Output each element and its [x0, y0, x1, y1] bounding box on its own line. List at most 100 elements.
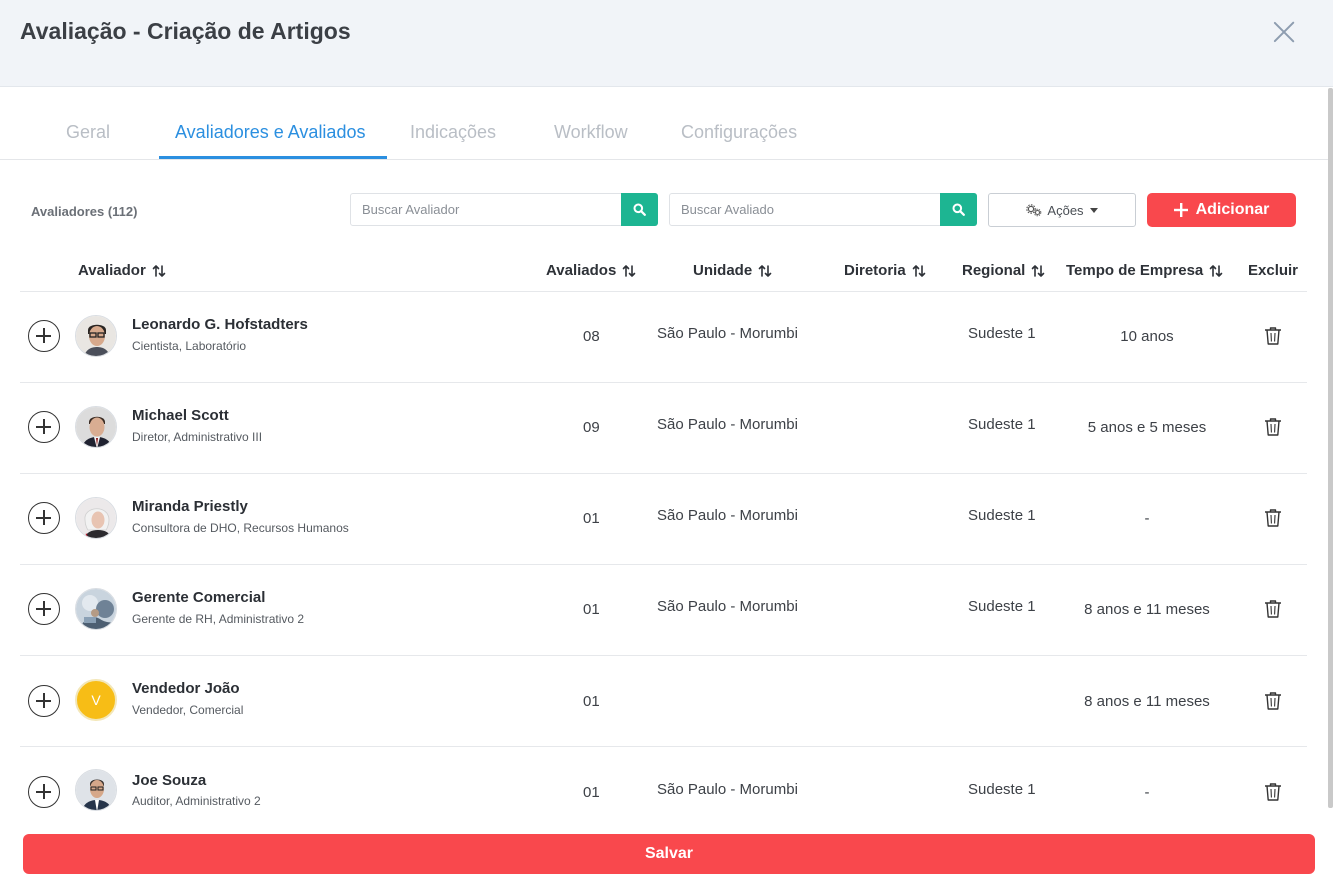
- plus-icon: [1174, 203, 1188, 217]
- avaliadores-count: Avaliadores (112): [31, 204, 137, 219]
- regional-value: Sudeste 1: [968, 416, 1036, 433]
- add-button-label: Adicionar: [1196, 201, 1270, 219]
- tab-bar: Geral Avaliadores e Avaliados Indicações…: [0, 88, 1328, 160]
- modal-title: Avaliação - Criação de Artigos: [20, 18, 351, 45]
- trash-icon[interactable]: [1264, 599, 1282, 619]
- column-header-label: Avaliador: [78, 262, 146, 279]
- tempo-value: -: [1066, 784, 1228, 801]
- avaliador-name: Michael Scott: [132, 407, 229, 424]
- column-header-unidade[interactable]: Unidade: [693, 262, 772, 279]
- search-avaliado-button[interactable]: [940, 193, 977, 226]
- regional-value: Sudeste 1: [968, 325, 1036, 342]
- sort-icon: [912, 264, 926, 278]
- expand-row-icon[interactable]: [28, 593, 60, 625]
- tab-configuracoes[interactable]: Configurações: [681, 122, 797, 143]
- search-icon: [952, 203, 965, 216]
- avaliados-count: 01: [583, 601, 600, 618]
- search-avaliador: [350, 193, 658, 226]
- avaliador-role: Cientista, Laboratório: [132, 339, 246, 353]
- avatar: [75, 497, 117, 539]
- tab-geral[interactable]: Geral: [66, 122, 110, 143]
- sort-icon: [152, 264, 166, 278]
- expand-row-icon[interactable]: [28, 776, 60, 808]
- avaliador-role: Consultora de DHO, Recursos Humanos: [132, 521, 349, 535]
- sort-icon: [1209, 264, 1223, 278]
- regional-value: Sudeste 1: [968, 507, 1036, 524]
- add-button[interactable]: Adicionar: [1147, 193, 1296, 227]
- table-row: Gerente Comercial Gerente de RH, Adminis…: [20, 565, 1307, 656]
- column-header-avaliados[interactable]: Avaliados: [546, 262, 636, 279]
- search-avaliador-button[interactable]: [621, 193, 658, 226]
- avatar: [75, 406, 117, 448]
- trash-icon[interactable]: [1264, 326, 1282, 346]
- avaliados-count: 09: [583, 419, 600, 436]
- tempo-value: 8 anos e 11 meses: [1066, 693, 1228, 710]
- tempo-value: 10 anos: [1066, 328, 1228, 345]
- avaliador-role: Vendedor, Comercial: [132, 703, 243, 717]
- column-header-label: Avaliados: [546, 262, 616, 279]
- tempo-value: 8 anos e 11 meses: [1066, 601, 1228, 618]
- acoes-dropdown[interactable]: Ações: [988, 193, 1136, 227]
- chevron-down-icon: [1090, 208, 1098, 213]
- regional-value: Sudeste 1: [968, 598, 1036, 615]
- avaliador-role: Gerente de RH, Administrativo 2: [132, 612, 304, 626]
- unidade-value: São Paulo - Morumbi: [657, 416, 798, 433]
- search-avaliado: [669, 193, 977, 226]
- regional-value: Sudeste 1: [968, 781, 1036, 798]
- trash-icon[interactable]: [1264, 691, 1282, 711]
- column-header-avaliador[interactable]: Avaliador: [78, 262, 166, 279]
- column-header-diretoria[interactable]: Diretoria: [844, 262, 926, 279]
- table-row: Joe Souza Auditor, Administrativo 2 01 S…: [20, 748, 1307, 839]
- avaliados-count: 01: [583, 510, 600, 527]
- column-header-label: Unidade: [693, 262, 752, 279]
- column-header-label: Tempo de Empresa: [1066, 262, 1203, 279]
- trash-icon[interactable]: [1264, 417, 1282, 437]
- avatar: [75, 315, 117, 357]
- expand-row-icon[interactable]: [28, 320, 60, 352]
- search-avaliado-input[interactable]: [670, 194, 940, 225]
- avaliador-role: Diretor, Administrativo III: [132, 430, 262, 444]
- avaliador-name: Joe Souza: [132, 772, 206, 789]
- tab-workflow[interactable]: Workflow: [554, 122, 628, 143]
- avaliados-count: 08: [583, 328, 600, 345]
- table-row: V Vendedor João Vendedor, Comercial 01 8…: [20, 656, 1307, 747]
- sort-icon: [758, 264, 772, 278]
- trash-icon[interactable]: [1264, 782, 1282, 802]
- avatar: [75, 769, 117, 811]
- tempo-value: -: [1066, 510, 1228, 527]
- table-row: Michael Scott Diretor, Administrativo II…: [20, 383, 1307, 474]
- search-avaliador-input[interactable]: [351, 194, 621, 225]
- avatar: [75, 588, 117, 630]
- acoes-label: Ações: [1047, 203, 1083, 218]
- unidade-value: São Paulo - Morumbi: [657, 781, 798, 798]
- expand-row-icon[interactable]: [28, 685, 60, 717]
- column-header-label: Diretoria: [844, 262, 906, 279]
- active-tab-indicator: [159, 156, 387, 159]
- unidade-value: São Paulo - Morumbi: [657, 598, 798, 615]
- sort-icon: [1031, 264, 1045, 278]
- gears-icon: [1026, 204, 1043, 217]
- column-header-tempo-de-empresa[interactable]: Tempo de Empresa: [1066, 262, 1223, 279]
- trash-icon[interactable]: [1264, 508, 1282, 528]
- expand-row-icon[interactable]: [28, 411, 60, 443]
- tab-indicacoes[interactable]: Indicações: [410, 122, 496, 143]
- tempo-value: 5 anos e 5 meses: [1066, 419, 1228, 436]
- tab-avaliadores-e-avaliados[interactable]: Avaliadores e Avaliados: [175, 122, 365, 143]
- modal-header: Avaliação - Criação de Artigos: [0, 0, 1333, 87]
- avaliador-name: Leonardo G. Hofstadters: [132, 316, 308, 333]
- search-icon: [633, 203, 646, 216]
- table-row: Miranda Priestly Consultora de DHO, Recu…: [20, 474, 1307, 565]
- avaliados-count: 01: [583, 693, 600, 710]
- close-icon[interactable]: [1268, 16, 1300, 48]
- expand-row-icon[interactable]: [28, 502, 60, 534]
- save-button[interactable]: Salvar: [23, 834, 1315, 874]
- column-header-label: Excluir: [1248, 262, 1298, 279]
- scrollbar[interactable]: [1328, 88, 1333, 808]
- avaliador-name: Vendedor João: [132, 680, 240, 697]
- unidade-value: São Paulo - Morumbi: [657, 507, 798, 524]
- column-header-excluir: Excluir: [1248, 262, 1298, 279]
- avatar: V: [75, 679, 117, 721]
- column-header-regional[interactable]: Regional: [962, 262, 1045, 279]
- avaliador-name: Miranda Priestly: [132, 498, 248, 515]
- column-header-label: Regional: [962, 262, 1025, 279]
